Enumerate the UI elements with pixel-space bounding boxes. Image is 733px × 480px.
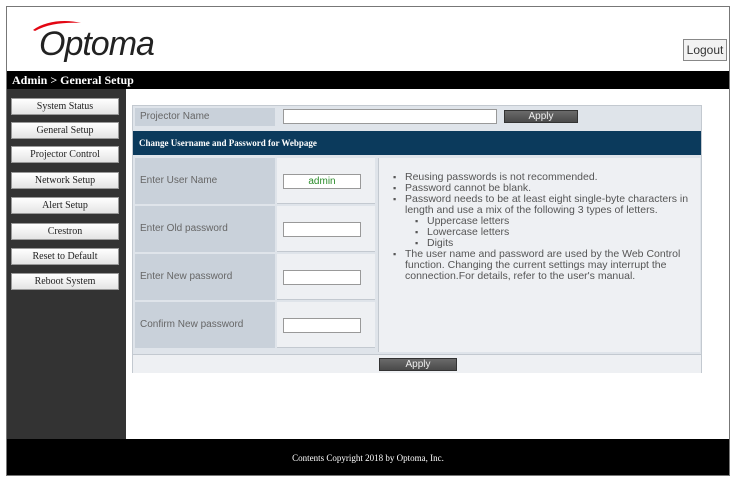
header: Optoma Logout <box>7 7 729 71</box>
breadcrumb: Admin > General Setup <box>7 71 729 89</box>
new-password-label: Enter New password <box>135 254 275 300</box>
username-cell: admin <box>277 158 375 204</box>
password-rules: Reusing passwords is not recommended. Pa… <box>378 158 700 352</box>
username-row: Enter User Name admin <box>135 158 377 204</box>
projector-name-label: Projector Name <box>135 108 275 126</box>
confirm-password-label: Confirm New password <box>135 302 275 348</box>
sidebar-item-network-setup[interactable]: Network Setup <box>11 172 119 189</box>
main-content: Projector Name Apply Change Username and… <box>126 89 729 439</box>
username-label: Enter User Name <box>135 158 275 204</box>
optoma-logo: Optoma <box>19 17 179 63</box>
projector-name-apply-button[interactable]: Apply <box>504 110 578 123</box>
projector-name-input[interactable] <box>283 109 497 124</box>
confirm-password-input[interactable] <box>283 318 361 333</box>
new-password-cell <box>277 254 375 300</box>
old-password-label: Enter Old password <box>135 206 275 252</box>
apply-row: Apply <box>133 354 701 373</box>
credentials-apply-button[interactable]: Apply <box>379 358 457 371</box>
sidebar: System Status General Setup Projector Co… <box>7 89 126 439</box>
new-password-input[interactable] <box>283 270 361 285</box>
confirm-password-row: Confirm New password <box>135 302 377 348</box>
sidebar-item-alert-setup[interactable]: Alert Setup <box>11 197 119 214</box>
section-title: Change Username and Password for Webpage <box>133 131 701 155</box>
new-password-row: Enter New password <box>135 254 377 300</box>
logo-text: Optoma <box>39 25 155 63</box>
projector-name-row: Projector Name Apply <box>133 106 701 127</box>
footer-copyright: Contents Copyright 2018 by Optoma, Inc. <box>7 439 729 475</box>
confirm-password-cell <box>277 302 375 348</box>
old-password-cell <box>277 206 375 252</box>
sidebar-item-system-status[interactable]: System Status <box>11 98 119 115</box>
logout-button[interactable]: Logout <box>683 39 727 61</box>
rule-item: The user name and password are used by t… <box>393 249 694 282</box>
sidebar-item-reboot-system[interactable]: Reboot System <box>11 273 119 290</box>
browser-page: Optoma Logout Admin > General Setup Syst… <box>6 6 730 476</box>
username-input[interactable]: admin <box>283 174 361 189</box>
password-rules-list: Reusing passwords is not recommended. Pa… <box>393 172 694 282</box>
settings-panel: Projector Name Apply Change Username and… <box>132 105 702 373</box>
sidebar-item-general-setup[interactable]: General Setup <box>11 122 119 139</box>
sidebar-item-reset-to-default[interactable]: Reset to Default <box>11 248 119 265</box>
sidebar-item-projector-control[interactable]: Projector Control <box>11 146 119 163</box>
old-password-row: Enter Old password <box>135 206 377 252</box>
rule-item: Password needs to be at least eight sing… <box>393 194 694 216</box>
sidebar-item-crestron[interactable]: Crestron <box>11 223 119 240</box>
credentials-form: Enter User Name admin Enter Old password… <box>135 158 377 352</box>
old-password-input[interactable] <box>283 222 361 237</box>
